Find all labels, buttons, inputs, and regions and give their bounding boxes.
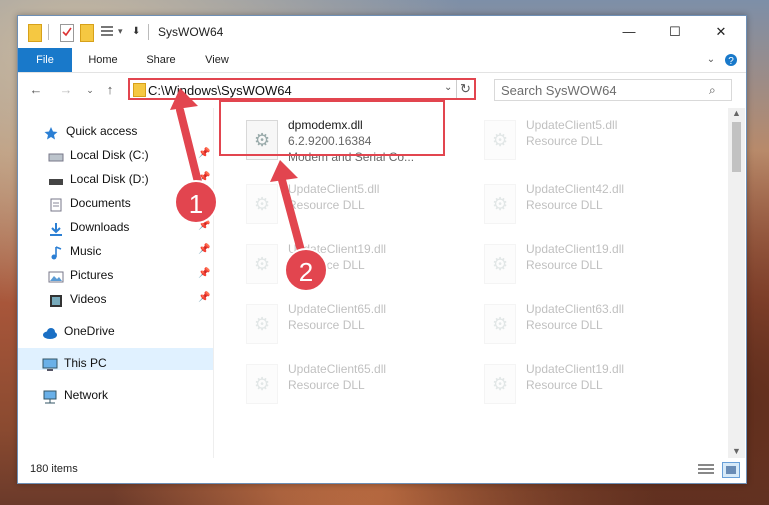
arrow-2	[278, 176, 307, 262]
annotation-arrows	[170, 88, 307, 262]
arrow-2-head	[270, 160, 298, 182]
arrow-1-head	[170, 88, 198, 110]
annotation-badge-2: 2	[284, 248, 328, 292]
arrow-1	[176, 106, 204, 194]
annotation-badge-1: 1	[174, 180, 218, 224]
